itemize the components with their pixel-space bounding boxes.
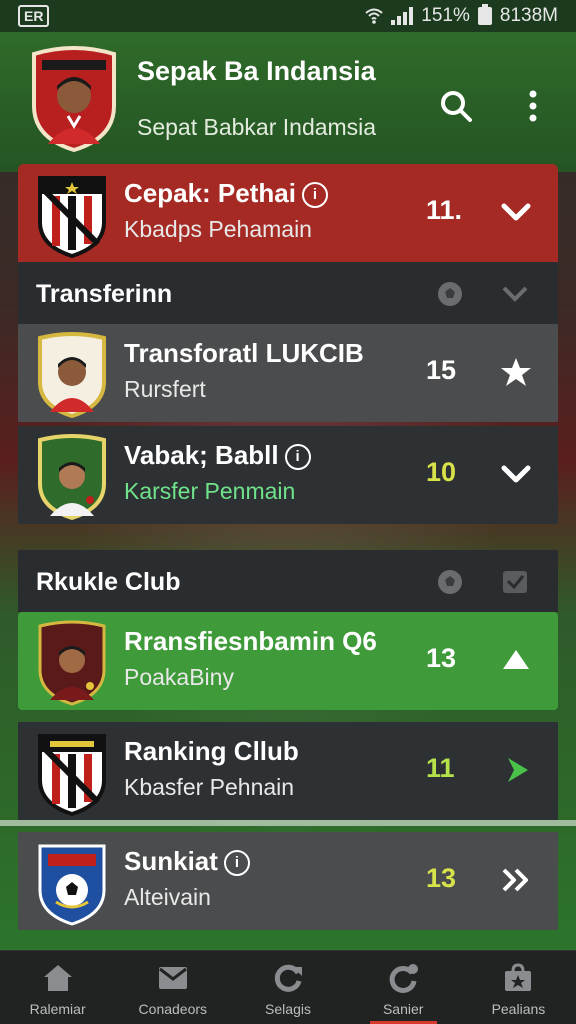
item-score: 11. — [426, 195, 463, 225]
bag-icon — [505, 963, 532, 991]
section-title: Transferinn — [36, 280, 173, 308]
nav-label: Ralemiar — [29, 1001, 86, 1017]
signal-icon — [391, 7, 414, 25]
page-title: Sepak Ba Indansia — [137, 56, 376, 86]
chevron-down-icon[interactable] — [498, 456, 534, 492]
list-item-highlight[interactable]: Cepak: Pethai i Kbadps Pehamain 11. — [18, 164, 558, 262]
item-score: 15 — [426, 355, 457, 385]
status-bar: ER 151% 8138M — [0, 0, 576, 32]
nav-item-bag[interactable]: Pealians — [461, 951, 576, 1024]
pitch-line — [0, 820, 576, 826]
info-icon: i — [223, 850, 250, 876]
info-icon: i — [301, 182, 328, 208]
search-icon[interactable] — [438, 88, 474, 124]
nav-item-home[interactable]: Ralemiar — [0, 951, 115, 1024]
refresh-icon — [274, 964, 302, 992]
app-header: Sepak Ba Indansia Sepat Babkar Indamsia — [0, 32, 576, 172]
trophy-icon — [389, 964, 419, 993]
list-item[interactable]: Sunkiat i Alteivain 13 — [18, 832, 558, 930]
wifi-icon — [365, 8, 383, 24]
nav-label: Conadeors — [138, 1001, 208, 1017]
club-crest-icon — [38, 844, 106, 926]
battery-icon — [477, 4, 492, 25]
item-score: 10 — [426, 457, 457, 487]
item-score: 11 — [426, 753, 455, 783]
nav-item-trophy[interactable]: Sanier — [346, 951, 461, 1024]
double-chevron-right-icon[interactable] — [498, 862, 534, 898]
item-subtitle: Karsfer Penmain — [124, 478, 296, 504]
club-crest-icon — [38, 734, 106, 816]
checkbox-icon[interactable] — [500, 568, 530, 596]
inbox-icon — [158, 967, 187, 989]
arrow-right-icon[interactable] — [498, 752, 534, 788]
ball-icon[interactable] — [436, 568, 464, 596]
page-subtitle: Sepat Babkar Indamsia — [137, 114, 377, 140]
info-icon: i — [284, 444, 311, 470]
battery-percent: 151% — [421, 5, 470, 26]
player-avatar — [38, 620, 106, 706]
list-item[interactable]: Vabak; Babll i Karsfer Penmain 10 — [18, 426, 558, 524]
item-subtitle: Kbasfer Pehnain — [124, 774, 295, 800]
more-menu-icon[interactable] — [520, 88, 546, 124]
item-subtitle: PoakaBiny — [124, 664, 234, 690]
list-item[interactable]: Transforatl LUKCIB Rursfert 15 — [18, 324, 558, 422]
bottom-navigation: Ralemiar Conadeors Selagis Sanier Pealia… — [0, 950, 576, 1024]
nav-item-inbox[interactable]: Conadeors — [115, 951, 230, 1024]
list-item[interactable]: Ranking Cllub Kbasfer Pehnain 11 — [18, 722, 558, 820]
player-crest-avatar — [32, 46, 116, 152]
item-score: 13 — [426, 863, 457, 893]
star-icon[interactable] — [498, 354, 534, 390]
home-icon — [43, 965, 72, 991]
item-name: Vabak; Babll i — [124, 440, 311, 471]
ball-icon[interactable] — [436, 280, 464, 308]
section-header-transfers: Transferinn — [18, 262, 558, 324]
nav-label: Selagis — [265, 1001, 311, 1017]
nav-label: Sanier — [382, 1001, 424, 1017]
club-crest-icon — [38, 176, 106, 258]
nav-label: Pealians — [491, 1001, 546, 1017]
player-avatar — [38, 332, 106, 418]
section-title: Rkukle Club — [36, 568, 181, 596]
item-name: Transforatl LUKCIB — [124, 338, 364, 368]
status-extra: 8138M — [499, 5, 558, 26]
item-score: 13 — [426, 643, 457, 673]
item-name: Cepak: Pethai i — [124, 178, 328, 209]
item-name: Rransfiesnbamin Q6 — [124, 626, 377, 656]
section-header-club: Rkukle Club — [18, 550, 558, 612]
item-name: Ranking Cllub — [124, 736, 299, 766]
status-indicators: 151% 8138M — [365, 4, 558, 27]
chevron-down-icon[interactable] — [500, 280, 530, 308]
status-app-icon: ER — [18, 5, 50, 27]
chevron-down-icon[interactable] — [498, 194, 534, 230]
item-subtitle: Alteivain — [124, 884, 211, 910]
chevron-up-icon[interactable] — [498, 642, 534, 678]
list-item[interactable]: Rransfiesnbamin Q6 PoakaBiny 13 — [18, 612, 558, 710]
item-name: Sunkiat i — [124, 846, 250, 877]
item-subtitle: Rursfert — [124, 376, 206, 402]
nav-item-refresh[interactable]: Selagis — [230, 951, 345, 1024]
player-avatar — [38, 434, 106, 520]
item-subtitle: Kbadps Pehamain — [124, 216, 312, 242]
